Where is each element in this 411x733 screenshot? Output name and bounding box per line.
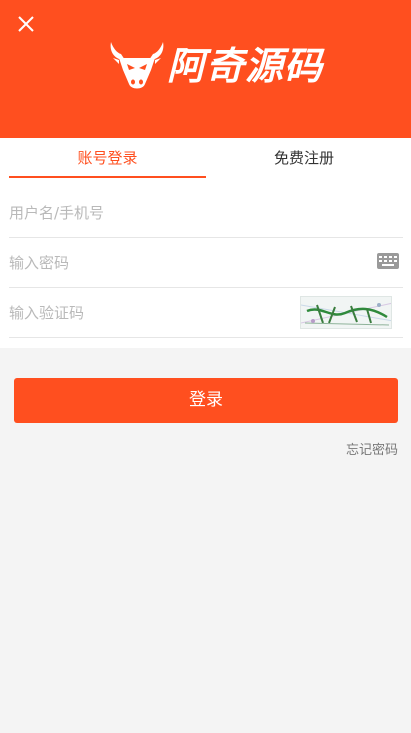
bull-head-icon: [110, 42, 164, 89]
password-input[interactable]: [9, 238, 289, 287]
header-banner: 阿奇源码: [0, 0, 411, 138]
username-input[interactable]: [9, 188, 289, 237]
username-field: [9, 188, 403, 238]
brand-name: 阿奇源码: [167, 43, 324, 88]
login-tabs: 账号登录 免费注册: [0, 138, 411, 180]
login-button[interactable]: 登录: [14, 378, 398, 423]
tab-account-login[interactable]: 账号登录: [9, 138, 206, 178]
password-field: [9, 238, 403, 288]
tab-free-register[interactable]: 免费注册: [206, 138, 402, 178]
close-icon[interactable]: [14, 12, 38, 36]
forgot-password-link[interactable]: 忘记密码: [346, 439, 398, 458]
keyboard-icon[interactable]: [377, 253, 399, 269]
captcha-image[interactable]: [300, 296, 392, 329]
captcha-field: [9, 288, 403, 338]
captcha-input[interactable]: [9, 288, 289, 337]
brand-logo: 阿奇源码: [105, 36, 337, 96]
